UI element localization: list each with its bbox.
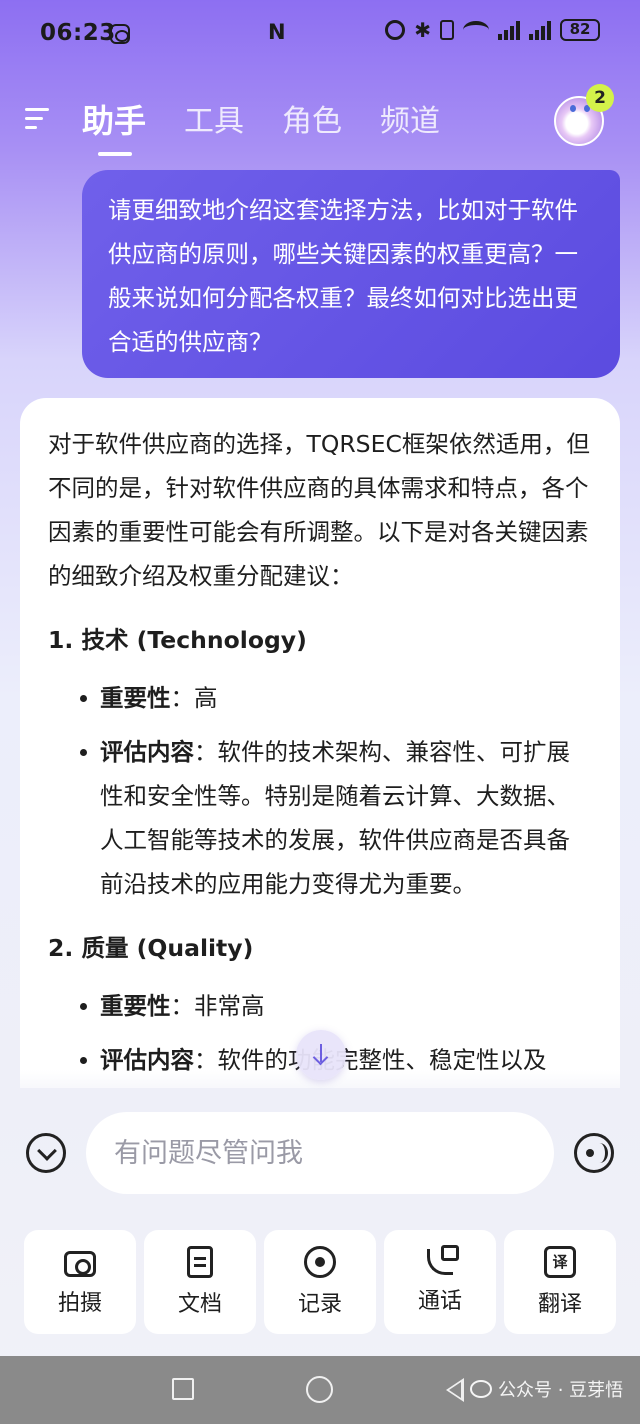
- tab-bar: 助手 工具 角色 频道: [82, 96, 440, 156]
- status-time: 06:23: [40, 20, 116, 46]
- record-icon: [304, 1246, 336, 1278]
- section-heading-quality: 2. 质量 (Quality): [48, 934, 254, 962]
- signal-icon-2: [529, 20, 551, 40]
- collapse-chevron-icon[interactable]: [26, 1133, 66, 1173]
- tab-channels[interactable]: 频道: [380, 96, 440, 152]
- document-icon: [187, 1246, 213, 1278]
- bullet-separator: ：: [170, 684, 195, 712]
- watermark-text: 公众号 · 豆芽悟: [498, 1380, 624, 1401]
- document-button[interactable]: 文档: [144, 1230, 256, 1334]
- battery-icon: 82: [560, 19, 600, 41]
- capture-button[interactable]: 拍摄: [24, 1230, 136, 1334]
- back-icon[interactable]: [446, 1378, 464, 1402]
- tab-tools[interactable]: 工具: [184, 96, 244, 152]
- bullet-label: 重要性: [100, 992, 171, 1020]
- menu-icon[interactable]: [25, 106, 51, 132]
- scroll-down-icon[interactable]: [296, 1030, 346, 1080]
- answer-intro: 对于软件供应商的选择，TQRSEC框架依然适用，但不同的是，针对软件供应商的具体…: [48, 430, 590, 590]
- notification-badge: 2: [586, 84, 614, 112]
- system-nav-bar: 公众号 · 豆芽悟: [0, 1356, 640, 1424]
- tab-characters[interactable]: 角色: [282, 96, 342, 152]
- tool-label: 通话: [417, 1289, 462, 1314]
- message-input[interactable]: [86, 1112, 554, 1194]
- call-icon: [427, 1245, 459, 1275]
- app-header: 助手 工具 角色 频道: [0, 92, 640, 156]
- translate-button[interactable]: 译 翻译: [504, 1230, 616, 1334]
- list-item: 评估内容：软件的技术架构、兼容性、可扩展性和安全性等。特别是随着云计算、大数据、…: [48, 730, 592, 906]
- list-item: 重要性：高: [48, 676, 592, 720]
- status-bar: 06:23 N ✱ 82: [0, 0, 640, 68]
- watermark: 公众号 · 豆芽悟: [470, 1376, 623, 1402]
- section-heading-technology: 1. 技术 (Technology): [48, 626, 307, 654]
- technology-bullets: 重要性：高 评估内容：软件的技术架构、兼容性、可扩展性和安全性等。特别是随着云计…: [48, 676, 592, 906]
- translate-icon: 译: [544, 1246, 576, 1278]
- recents-icon[interactable]: [172, 1378, 194, 1400]
- bullet-label: 重要性: [100, 684, 171, 712]
- wifi-icon: [463, 21, 489, 39]
- tool-label: 翻译: [537, 1292, 582, 1317]
- tool-label: 记录: [297, 1292, 342, 1317]
- status-icons: ✱ 82: [385, 18, 600, 42]
- voice-call-icon[interactable]: [574, 1133, 614, 1173]
- user-message-bubble: 请更细致地介绍这套选择方法，比如对于软件供应商的原则，哪些关键因素的权重更高？一…: [82, 170, 620, 378]
- tab-assistant[interactable]: 助手: [82, 96, 146, 156]
- home-icon[interactable]: [306, 1376, 333, 1403]
- bullet-separator: ：: [170, 992, 195, 1020]
- tool-label: 文档: [177, 1292, 222, 1317]
- tool-label: 拍摄: [57, 1291, 102, 1316]
- bullet-label: 评估内容: [100, 738, 194, 766]
- camera-icon: [64, 1251, 96, 1277]
- bullet-text: 高: [194, 684, 218, 712]
- list-item: 重要性：非常高: [48, 984, 592, 1028]
- tool-bar: 拍摄 文档 记录 通话 译 翻译: [24, 1230, 616, 1334]
- call-button[interactable]: 通话: [384, 1230, 496, 1334]
- bullet-text: 非常高: [194, 992, 265, 1020]
- bullet-separator: ：: [194, 738, 218, 766]
- vibrate-icon: [440, 20, 454, 40]
- nfc-icon: N: [268, 20, 286, 44]
- signal-icon: [498, 20, 520, 40]
- bluetooth-icon: ✱: [414, 18, 431, 42]
- chat-notification-icon: [110, 24, 130, 44]
- record-button[interactable]: 记录: [264, 1230, 376, 1334]
- alarm-icon: [385, 20, 406, 40]
- wechat-icon: [470, 1380, 492, 1398]
- assistant-answer-card: 对于软件供应商的选择，TQRSEC框架依然适用，但不同的是，针对软件供应商的具体…: [20, 398, 620, 1088]
